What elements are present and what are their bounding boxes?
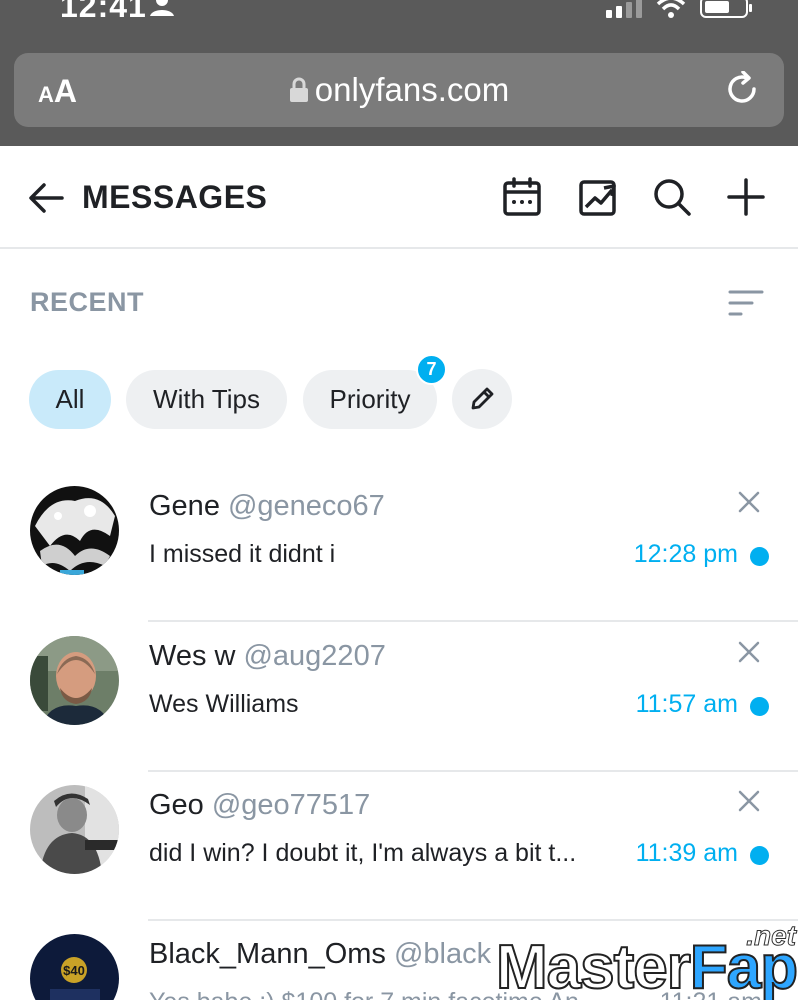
watermark: .net MasterFap <box>495 920 798 1000</box>
conversation-row[interactable]: Wes w @aug2207 Wes Williams 11:57 am <box>0 622 798 772</box>
cellular-signal-icon <box>606 0 642 18</box>
contact-handle: @geo77517 <box>211 789 371 821</box>
contact-name: Wes w <box>149 640 236 672</box>
unread-indicator <box>750 697 769 716</box>
close-icon[interactable] <box>737 789 761 813</box>
contact-handle: @black <box>393 938 492 970</box>
contact-name: Black_Mann_Oms <box>149 938 386 970</box>
page-title: MESSAGES <box>82 179 268 215</box>
conversation-title: Wes w @aug2207 <box>149 640 386 673</box>
close-icon[interactable] <box>737 490 761 514</box>
calendar-icon[interactable] <box>502 177 542 217</box>
filter-chip-with-tips[interactable]: With Tips <box>126 370 287 429</box>
avatar: $40 <box>30 934 119 1000</box>
plus-icon[interactable] <box>726 177 766 217</box>
messages-header: MESSAGES <box>0 146 798 249</box>
conversation-row[interactable]: Geo @geo77517 did I win? I doubt it, I'm … <box>0 771 798 921</box>
search-icon[interactable] <box>652 177 692 217</box>
avatar <box>30 785 119 874</box>
back-arrow-icon[interactable] <box>28 180 64 216</box>
unread-indicator <box>750 547 769 566</box>
message-time: 11:39 am <box>635 839 738 867</box>
contact-name: Gene <box>149 490 220 522</box>
url-bar[interactable]: AA onlyfans.com <box>14 53 784 127</box>
contact-name: Geo <box>149 789 204 821</box>
conversation-title: Black_Mann_Oms @black <box>149 938 491 971</box>
pencil-icon <box>471 387 494 410</box>
lock-icon <box>289 77 308 102</box>
section-label: RECENT <box>30 287 145 317</box>
person-icon <box>150 0 174 16</box>
status-time: 12:41 <box>60 0 147 24</box>
filter-chip-all[interactable]: All <box>29 370 111 429</box>
watermark-text: MasterFap <box>495 932 798 1000</box>
wifi-icon <box>656 0 686 18</box>
conversation-title: Geo @geo77517 <box>149 789 370 822</box>
message-time: 11:57 am <box>635 690 738 718</box>
avatar <box>30 636 119 725</box>
conversation-title: Gene @geneco67 <box>149 490 385 523</box>
edit-filters-button[interactable] <box>452 369 512 429</box>
url-text: onlyfans.com <box>314 71 510 108</box>
url-display[interactable]: onlyfans.com <box>14 71 784 109</box>
reload-icon[interactable] <box>724 71 760 107</box>
priority-count-badge: 7 <box>416 354 447 385</box>
sort-icon[interactable] <box>728 289 764 317</box>
contact-handle: @geneco67 <box>227 490 385 522</box>
message-preview: I missed it didnt i <box>149 540 336 568</box>
message-preview: Wes Williams <box>149 690 299 718</box>
avatar <box>30 486 119 575</box>
conversation-row[interactable]: Gene @geneco67 I missed it didnt i 12:28 … <box>0 472 798 622</box>
browser-chrome: 12:41 AA onlyfans.com <box>0 0 798 146</box>
unread-indicator <box>750 846 769 865</box>
status-icons <box>606 0 752 18</box>
battery-icon <box>700 0 752 18</box>
stats-chart-icon[interactable] <box>578 177 618 217</box>
message-preview: did I win? I doubt it, I'm always a bit … <box>149 839 577 867</box>
close-icon[interactable] <box>737 640 761 664</box>
message-time: 12:28 pm <box>633 540 738 568</box>
avatar-price-label: $40 <box>63 963 85 978</box>
contact-handle: @aug2207 <box>243 640 386 672</box>
filter-chip-priority[interactable]: Priority <box>303 370 437 429</box>
